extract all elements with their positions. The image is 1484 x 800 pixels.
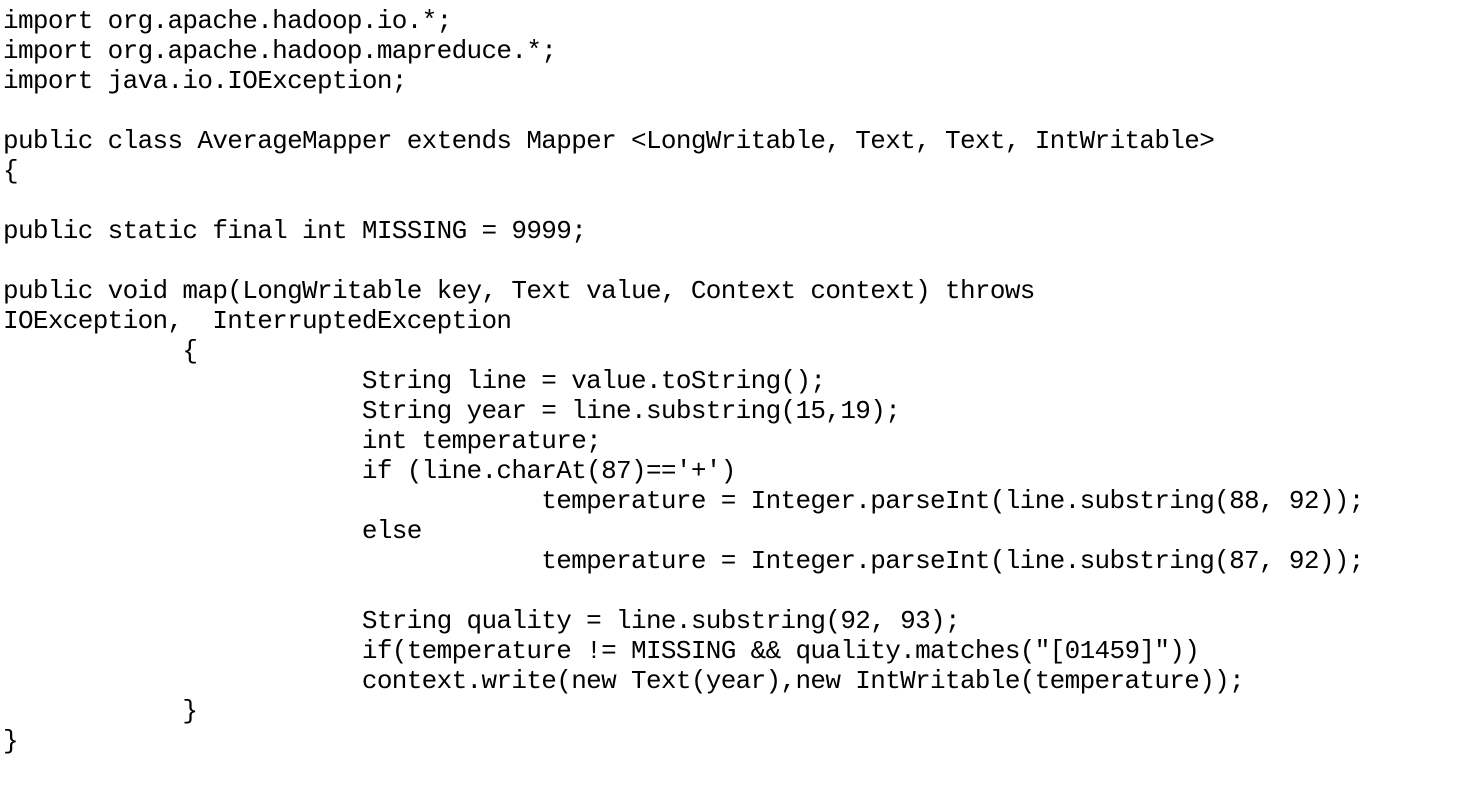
code-line: import org.apache.hadoop.io.*;	[3, 6, 452, 36]
code-line: import org.apache.hadoop.mapreduce.*;	[3, 36, 557, 66]
code-line: public class AverageMapper extends Mappe…	[3, 126, 1215, 156]
code-line: }	[3, 696, 198, 726]
code-line: {	[3, 156, 19, 186]
code-line: if(temperature != MISSING && quality.mat…	[3, 636, 1200, 666]
code-line: public static final int MISSING = 9999;	[3, 216, 587, 246]
code-line: String year = line.substring(15,19);	[3, 396, 901, 426]
code-line: IOException, InterruptedException	[3, 306, 512, 336]
code-line: String line = value.toString();	[3, 366, 826, 396]
code-line: }	[3, 726, 19, 756]
code-block: import org.apache.hadoop.io.*; import org…	[3, 6, 1364, 756]
code-line: {	[3, 336, 198, 366]
code-line: public void map(LongWritable key, Text v…	[3, 276, 1035, 306]
code-line: int temperature;	[3, 426, 602, 456]
code-line: String quality = line.substring(92, 93);	[3, 606, 961, 636]
code-line: temperature = Integer.parseInt(line.subs…	[3, 486, 1364, 516]
code-line: temperature = Integer.parseInt(line.subs…	[3, 546, 1364, 576]
code-line: import java.io.IOException;	[3, 66, 407, 96]
code-line: if (line.charAt(87)=='+')	[3, 456, 736, 486]
code-line: else	[3, 516, 422, 546]
code-line: context.write(new Text(year),new IntWrit…	[3, 666, 1245, 696]
